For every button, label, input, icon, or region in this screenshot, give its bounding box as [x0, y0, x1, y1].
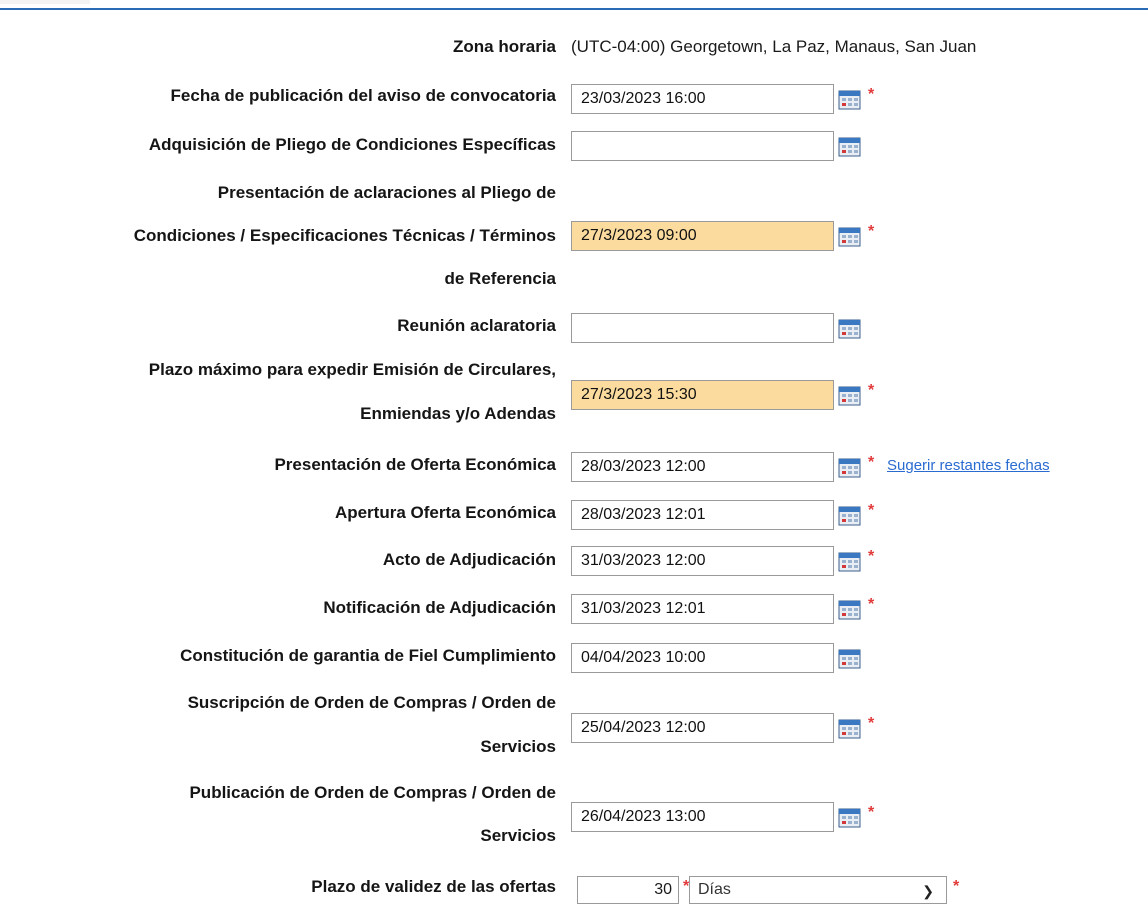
- calendar-icon[interactable]: [838, 385, 861, 406]
- date-input[interactable]: 28/03/2023 12:01: [571, 500, 834, 530]
- field-label: Reunión aclaratoria: [397, 316, 556, 335]
- field-label: Plazo máximo para expedir Emisión de Cir…: [148, 360, 556, 379]
- timezone-value: (UTC-04:00) Georgetown, La Paz, Manaus, …: [571, 37, 977, 56]
- date-input[interactable]: 26/04/2023 13:00: [571, 802, 834, 832]
- date-input[interactable]: [571, 313, 834, 343]
- date-input[interactable]: [571, 131, 834, 161]
- field-label: Constitución de garantia de Fiel Cumplim…: [180, 646, 556, 665]
- validity-unit-value: Días: [698, 881, 731, 898]
- calendar-icon[interactable]: [838, 599, 861, 620]
- field-label: Fecha de publicación del aviso de convoc…: [170, 86, 556, 105]
- field-label: Servicios: [480, 826, 556, 845]
- date-input[interactable]: 31/03/2023 12:00: [571, 546, 834, 576]
- calendar-icon[interactable]: [838, 457, 861, 478]
- required-marker: *: [953, 878, 960, 895]
- field-label: Acto de Adjudicación: [382, 550, 556, 569]
- required-marker: *: [868, 502, 875, 519]
- field-label: Suscripción de Orden de Compras / Orden …: [187, 693, 556, 712]
- section-header-line: [0, 0, 1148, 10]
- required-marker: *: [868, 548, 875, 565]
- field-label: de Referencia: [444, 269, 557, 288]
- field-label: Notificación de Adjudicación: [323, 598, 556, 617]
- required-marker: *: [868, 596, 875, 613]
- required-marker: *: [868, 382, 875, 399]
- suggest-dates-link[interactable]: Sugerir restantes fechas: [887, 457, 1050, 474]
- field-label: Adquisición de Pliego de Condiciones Esp…: [148, 135, 556, 154]
- field-label: Apertura Oferta Económica: [334, 503, 556, 522]
- date-input[interactable]: 31/03/2023 12:01: [571, 594, 834, 624]
- calendar-icon[interactable]: [838, 89, 861, 110]
- field-label: Publicación de Orden de Compras / Orden …: [189, 783, 556, 802]
- required-marker: *: [868, 715, 875, 732]
- field-label: Servicios: [480, 737, 556, 756]
- timezone-label: Zona horaria: [453, 37, 556, 56]
- required-marker: *: [868, 86, 875, 103]
- required-marker: *: [868, 804, 875, 821]
- validity-number-input[interactable]: 30: [577, 876, 679, 904]
- calendar-icon[interactable]: [838, 807, 861, 828]
- validity-label: Plazo de validez de las ofertas: [311, 877, 556, 896]
- calendar-icon[interactable]: [838, 648, 861, 669]
- date-input[interactable]: 04/04/2023 10:00: [571, 643, 834, 673]
- field-label: Enmiendas y/o Adendas: [360, 404, 556, 423]
- validity-unit-select[interactable]: Días ❯: [689, 876, 947, 904]
- calendar-icon[interactable]: [838, 505, 861, 526]
- field-label: Presentación de aclaraciones al Pliego d…: [217, 183, 556, 202]
- calendar-icon[interactable]: [838, 551, 861, 572]
- date-input[interactable]: 28/03/2023 12:00: [571, 452, 834, 482]
- calendar-icon[interactable]: [838, 226, 861, 247]
- required-marker: *: [868, 454, 875, 471]
- date-input[interactable]: 27/3/2023 09:00: [571, 221, 834, 251]
- field-label: Presentación de Oferta Económica: [274, 455, 556, 474]
- calendar-icon[interactable]: [838, 718, 861, 739]
- section-header-fragment: [0, 0, 90, 4]
- date-input[interactable]: 25/04/2023 12:00: [571, 713, 834, 743]
- required-marker: *: [868, 223, 875, 240]
- date-input[interactable]: 23/03/2023 16:00: [571, 84, 834, 114]
- field-label: Condiciones / Especificaciones Técnicas …: [133, 226, 556, 245]
- calendar-icon[interactable]: [838, 318, 861, 339]
- date-input[interactable]: 27/3/2023 15:30: [571, 380, 834, 410]
- calendar-icon[interactable]: [838, 136, 861, 157]
- chevron-down-icon: ❯: [922, 883, 934, 899]
